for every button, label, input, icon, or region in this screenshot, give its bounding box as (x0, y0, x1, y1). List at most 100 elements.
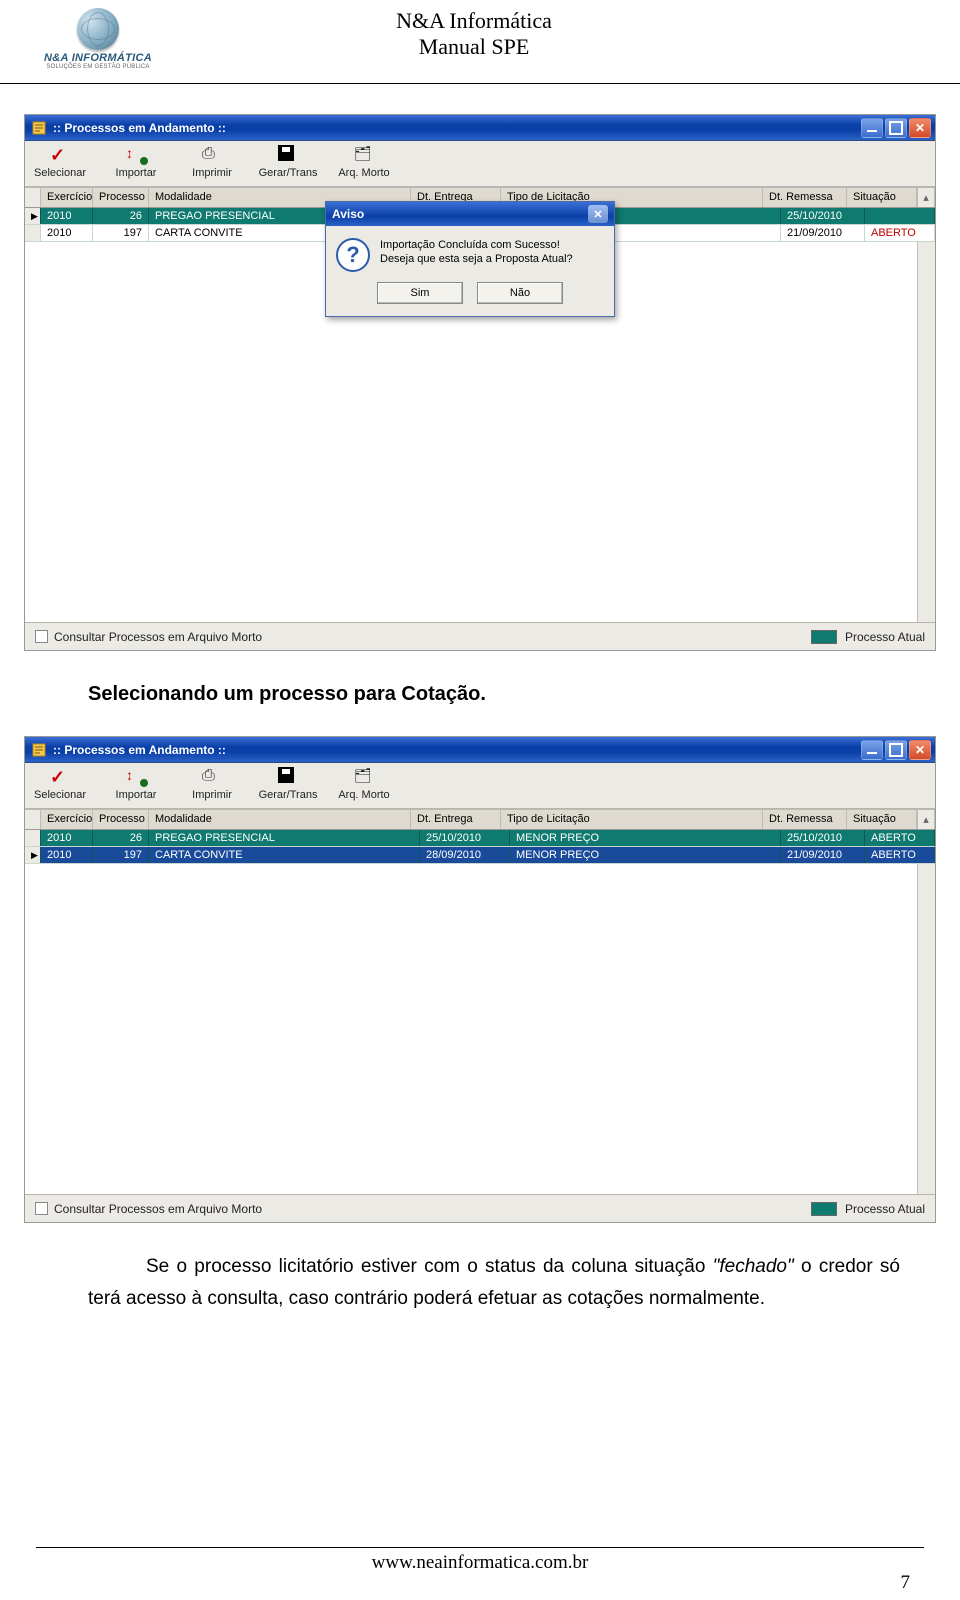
col-remessa[interactable]: Dt. Remessa (763, 188, 847, 207)
toolbar-imprimir[interactable]: Imprimir (183, 767, 241, 801)
toolbar-arqmorto[interactable]: Arq. Morto (335, 767, 393, 801)
checkbox-arquivo-morto[interactable] (35, 630, 48, 643)
cell: 28/09/2010 (420, 847, 510, 863)
cell: 21/09/2010 (781, 847, 865, 863)
cell: MENOR PREÇO (510, 847, 781, 863)
window-processos-2: :: Processos em Andamento :: Selecionar … (24, 736, 936, 1223)
titlebar-text: :: Processos em Andamento :: (53, 743, 226, 757)
footer-url: www.neainformatica.com.br (372, 1552, 589, 1573)
dialog-no-button[interactable]: Não (477, 282, 563, 304)
question-icon: ? (336, 238, 370, 272)
scroll-up-icon[interactable]: ▴ (917, 188, 935, 207)
archive-icon (354, 145, 374, 165)
dialog-aviso: Aviso ✕ ? Importação Concluída com Suces… (325, 201, 615, 317)
import-icon (126, 767, 146, 787)
cell: CARTA CONVITE (149, 847, 420, 863)
row-pointer-icon (25, 847, 41, 863)
grid-header: Exercício Processo Modalidade Dt. Entreg… (25, 809, 935, 830)
toolbar-imprimir[interactable]: Imprimir (183, 145, 241, 179)
toolbar-label: Gerar/Trans (259, 167, 318, 179)
legend-swatch (811, 1202, 837, 1216)
toolbar-selecionar[interactable]: Selecionar (31, 767, 89, 801)
col-modalidade[interactable]: Modalidade (149, 810, 411, 829)
minimize-button[interactable] (861, 118, 883, 138)
cell: PREGAO PRESENCIAL (149, 830, 420, 846)
checkbox-label: Consultar Processos em Arquivo Morto (54, 1202, 262, 1216)
check-icon (50, 767, 70, 787)
maximize-button[interactable] (885, 740, 907, 760)
row-pointer (25, 830, 41, 846)
titlebar[interactable]: :: Processos em Andamento :: (25, 737, 935, 763)
cell: 26 (93, 830, 149, 846)
col-situacao[interactable]: Situação (847, 810, 917, 829)
scroll-up-icon[interactable]: ▴ (917, 810, 935, 829)
dialog-close-button[interactable]: ✕ (588, 205, 608, 223)
legend-label: Processo Atual (845, 1202, 925, 1216)
page-header: N&A INFORMÁTICA SOLUÇÕES EM GESTÃO PÚBLI… (0, 0, 960, 84)
table-row[interactable]: 2010 26 PREGAO PRESENCIAL 25/10/2010 MEN… (25, 830, 935, 847)
col-processo[interactable]: Processo (93, 810, 149, 829)
body-paragraph: Se o processo licitatório estiver com o … (88, 1251, 900, 1316)
dialog-title: Aviso (332, 207, 364, 221)
header-title-2: Manual SPE (168, 34, 780, 60)
dialog-titlebar[interactable]: Aviso ✕ (326, 202, 614, 226)
titlebar-text: :: Processos em Andamento :: (53, 121, 226, 135)
col-tipo[interactable]: Tipo de Licitação (501, 810, 763, 829)
archive-icon (354, 767, 374, 787)
checkbox-arquivo-morto[interactable] (35, 1202, 48, 1215)
scrollbar[interactable] (917, 864, 935, 1194)
cell (865, 208, 935, 224)
text-emphasis: "fechado" (713, 1256, 794, 1277)
scrollbar[interactable] (917, 242, 935, 622)
cell: 25/10/2010 (420, 830, 510, 846)
check-icon (50, 145, 70, 165)
cell: ABERTO (865, 830, 935, 846)
row-pointer-icon (25, 208, 41, 224)
toolbar-importar[interactable]: Importar (107, 145, 165, 179)
cell: 21/09/2010 (781, 225, 865, 241)
text: Se o processo licitatório estiver com o … (146, 1256, 713, 1277)
col-exercicio[interactable]: Exercício (41, 188, 93, 207)
app-icon (31, 742, 47, 758)
toolbar-label: Arq. Morto (338, 789, 389, 801)
table-row[interactable]: 2010 197 CARTA CONVITE 28/09/2010 MENOR … (25, 847, 935, 864)
toolbar-importar[interactable]: Importar (107, 767, 165, 801)
dialog-message: Importação Concluída com Sucesso! Deseja… (380, 238, 573, 272)
titlebar[interactable]: :: Processos em Andamento :: (25, 115, 935, 141)
toolbar-label: Imprimir (192, 789, 232, 801)
col-entrega[interactable]: Dt. Entrega (411, 810, 501, 829)
cell: 2010 (41, 208, 93, 224)
legend-swatch (811, 630, 837, 644)
close-button[interactable] (909, 118, 931, 138)
grid-body-2: 2010 26 PREGAO PRESENCIAL 25/10/2010 MEN… (25, 830, 935, 1194)
toolbar: Selecionar Importar Imprimir Gerar/Trans… (25, 141, 935, 187)
save-icon (278, 145, 298, 165)
logo-subtext: SOLUÇÕES EM GESTÃO PÚBLICA (46, 64, 149, 70)
minimize-button[interactable] (861, 740, 883, 760)
toolbar-selecionar[interactable]: Selecionar (31, 145, 89, 179)
dialog-yes-button[interactable]: Sim (377, 282, 463, 304)
logo-text: N&A INFORMÁTICA (44, 52, 152, 64)
close-button[interactable] (909, 740, 931, 760)
row-pointer (25, 225, 41, 241)
statusbar: Consultar Processos em Arquivo Morto Pro… (25, 622, 935, 650)
toolbar-label: Selecionar (34, 789, 86, 801)
legend-label: Processo Atual (845, 630, 925, 644)
col-remessa[interactable]: Dt. Remessa (763, 810, 847, 829)
cell: 197 (93, 225, 149, 241)
page-footer: www.neainformatica.com.br (36, 1547, 924, 1574)
toolbar-gerar[interactable]: Gerar/Trans (259, 145, 317, 179)
toolbar-label: Arq. Morto (338, 167, 389, 179)
toolbar-label: Importar (116, 789, 157, 801)
logo: N&A INFORMÁTICA SOLUÇÕES EM GESTÃO PÚBLI… (28, 8, 168, 70)
col-exercicio[interactable]: Exercício (41, 810, 93, 829)
cell: 26 (93, 208, 149, 224)
toolbar-gerar[interactable]: Gerar/Trans (259, 767, 317, 801)
col-situacao[interactable]: Situação (847, 188, 917, 207)
print-icon (202, 767, 222, 787)
col-processo[interactable]: Processo (93, 188, 149, 207)
maximize-button[interactable] (885, 118, 907, 138)
toolbar-label: Imprimir (192, 167, 232, 179)
toolbar-arqmorto[interactable]: Arq. Morto (335, 145, 393, 179)
cell: 25/10/2010 (781, 208, 865, 224)
